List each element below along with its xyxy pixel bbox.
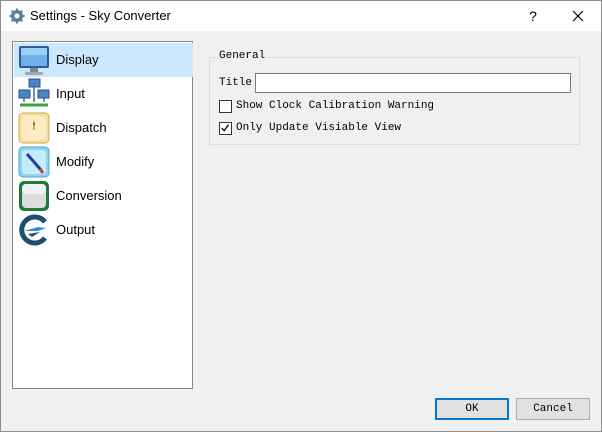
nav-item-label: Dispatch bbox=[56, 120, 107, 135]
group-title: General bbox=[216, 50, 269, 62]
conversion-icon bbox=[19, 181, 49, 211]
title-bar: Settings - Sky Converter ? bbox=[0, 0, 602, 31]
gear-icon bbox=[9, 8, 25, 24]
window-title: Settings - Sky Converter bbox=[30, 8, 171, 23]
monitor-icon bbox=[19, 46, 49, 75]
pen-icon bbox=[18, 146, 50, 178]
nav-item-label: Modify bbox=[56, 154, 95, 169]
nav-item-output[interactable]: Output bbox=[14, 213, 193, 247]
ok-button[interactable]: OK bbox=[435, 398, 509, 420]
nav-item-display[interactable]: Display bbox=[14, 43, 193, 77]
nav-item-conversion[interactable]: Conversion bbox=[14, 179, 193, 213]
settings-category-list[interactable]: Display Input Dispatch Modify Conversion… bbox=[12, 41, 193, 389]
nav-item-modify[interactable]: Modify bbox=[14, 145, 193, 179]
nav-item-label: Output bbox=[56, 222, 96, 237]
close-icon[interactable] bbox=[564, 4, 592, 28]
show-clock-warning-checkbox[interactable] bbox=[219, 100, 232, 113]
nav-item-label: Input bbox=[56, 86, 85, 101]
title-label: Title bbox=[219, 77, 253, 89]
nav-item-label: Display bbox=[56, 52, 99, 67]
cancel-button[interactable]: Cancel bbox=[516, 398, 590, 420]
title-input[interactable] bbox=[255, 73, 571, 93]
checkmark-icon bbox=[221, 124, 229, 132]
help-button[interactable]: ? bbox=[520, 4, 546, 28]
nav-item-dispatch[interactable]: Dispatch bbox=[14, 111, 193, 145]
show-clock-warning-label[interactable]: Show Clock Calibration Warning bbox=[236, 100, 434, 112]
dispatch-icon bbox=[18, 112, 50, 144]
nav-item-label: Conversion bbox=[56, 188, 122, 203]
nav-item-input[interactable]: Input bbox=[14, 77, 193, 111]
only-update-visible-checkbox[interactable] bbox=[219, 122, 232, 135]
only-update-visible-label[interactable]: Only Update Visiable View bbox=[236, 122, 401, 134]
network-icon bbox=[18, 78, 50, 107]
output-icon bbox=[19, 214, 47, 246]
